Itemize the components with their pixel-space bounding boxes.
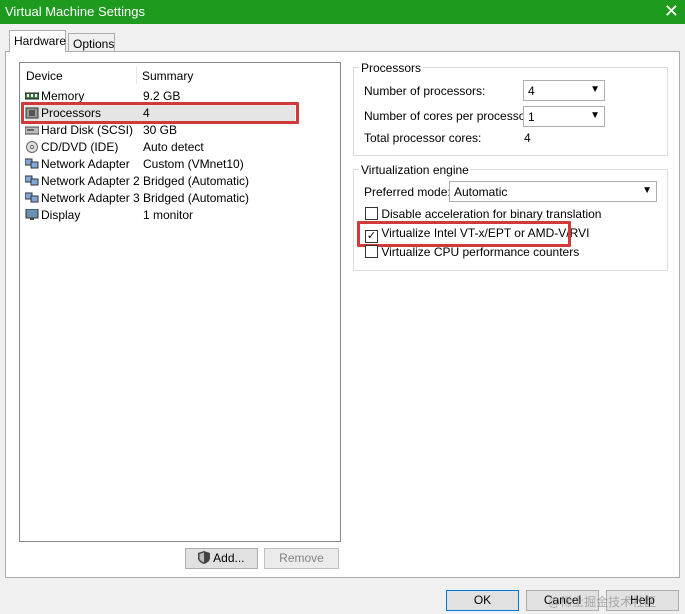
device-column-header[interactable]: Device: [26, 69, 63, 83]
device-summary: 1 monitor: [143, 208, 194, 222]
ok-button[interactable]: OK: [446, 590, 519, 611]
device-name: Network Adapter 2: [41, 174, 140, 188]
device-name: Network Adapter 3: [41, 191, 140, 205]
display-icon: [25, 208, 39, 221]
device-name: Network Adapter: [41, 157, 130, 171]
network-adapter-icon: [24, 175, 39, 187]
chevron-down-icon: ▼: [590, 110, 600, 121]
device-summary: Auto detect: [143, 140, 204, 154]
virtualization-group-title: Virtualization engine: [359, 163, 471, 177]
tab-hardware[interactable]: Hardware: [9, 30, 66, 52]
chevron-down-icon: ▼: [642, 185, 652, 196]
add-device-button[interactable]: Add...: [185, 548, 258, 569]
title-bar: Virtual Machine Settings ✕: [0, 0, 685, 24]
device-summary: Custom (VMnet10): [143, 157, 244, 171]
num-processors-label: Number of processors:: [364, 84, 486, 98]
device-name: Display: [41, 208, 81, 222]
total-cores-value: 4: [524, 131, 531, 145]
hard-disk-icon: [24, 124, 40, 136]
virtualize-cpu-counters-option[interactable]: Virtualize CPU performance counters: [365, 245, 579, 259]
shield-icon: [198, 551, 211, 570]
total-cores-label: Total processor cores:: [364, 131, 482, 145]
cores-per-processor-label: Number of cores per processor:: [364, 109, 533, 123]
device-name: CD/DVD (IDE): [41, 140, 119, 154]
device-summary: Bridged (Automatic): [143, 191, 250, 205]
device-name: Hard Disk (SCSI): [41, 123, 134, 137]
memory-icon: [24, 90, 40, 102]
preferred-mode-label: Preferred mode:: [364, 185, 451, 199]
remove-device-button[interactable]: Remove: [264, 548, 339, 569]
num-processors-select[interactable]: 4 ▼: [523, 80, 605, 101]
device-name: Memory: [41, 89, 85, 103]
close-icon[interactable]: ✕: [664, 1, 679, 21]
virtualize-cpu-counters-checkbox[interactable]: [365, 245, 378, 258]
preferred-mode-select[interactable]: Automatic ▼: [449, 181, 657, 202]
processors-group-title: Processors: [359, 61, 424, 75]
network-adapter-icon: [24, 158, 39, 170]
disable-acceleration-checkbox[interactable]: [365, 207, 378, 220]
watermark: @稀土掘金技术社区: [548, 595, 657, 609]
cd-dvd-icon: [25, 141, 39, 153]
window-title: Virtual Machine Settings: [5, 4, 145, 19]
summary-column-header[interactable]: Summary: [142, 69, 193, 83]
vtx-highlight-box: [357, 221, 571, 247]
column-divider: [136, 66, 137, 84]
device-summary: 30 GB: [143, 123, 178, 137]
tab-options[interactable]: Options: [68, 33, 115, 53]
network-adapter-icon: [24, 192, 39, 204]
cores-per-processor-select[interactable]: 1 ▼: [523, 106, 605, 127]
device-summary: Bridged (Automatic): [143, 174, 250, 188]
disable-acceleration-option[interactable]: Disable acceleration for binary translat…: [365, 207, 601, 221]
processors-highlight-box: [21, 102, 299, 124]
chevron-down-icon: ▼: [590, 84, 600, 95]
